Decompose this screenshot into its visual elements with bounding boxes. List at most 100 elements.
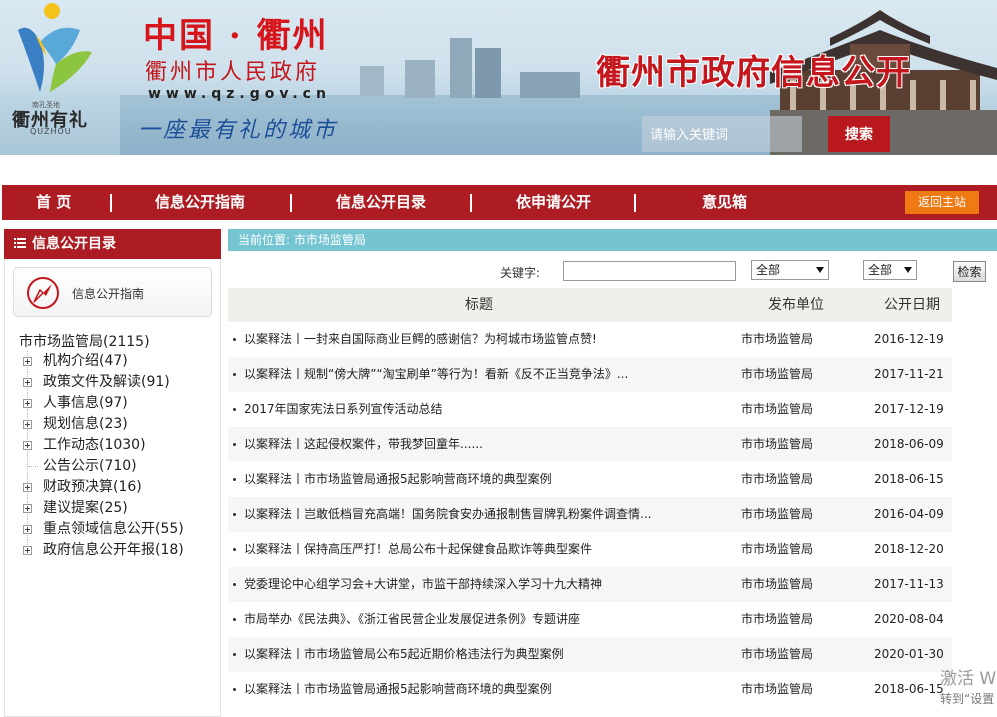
tree-line-icon [28, 466, 38, 467]
row-date: 2017-11-13 [874, 577, 944, 591]
table-row[interactable]: 以案释法丨规制“傍大牌”“淘宝刷单”等行为！看新《反不正当竞争法》... 市市场监… [228, 357, 952, 392]
tree-item[interactable]: 重点领域信息公开(55) [19, 519, 219, 540]
row-date: 2017-12-19 [874, 402, 944, 416]
chevron-down-icon [816, 267, 824, 273]
guide-card-label: 信息公开指南 [72, 287, 145, 301]
keyword-label: 关键字: [500, 266, 541, 280]
expand-icon[interactable] [23, 399, 32, 408]
tree-item[interactable]: 人事信息(97) [19, 393, 219, 414]
banner-building [360, 66, 384, 96]
row-title-link[interactable]: 以案释法丨保持高压严打！总局公布十起保健食品欺诈等典型案件 [244, 532, 724, 567]
search-button[interactable]: 搜索 [828, 116, 890, 152]
unit-select[interactable]: 全部 [751, 260, 829, 280]
nav-separator [634, 194, 636, 212]
table-row[interactable]: 2017年国家宪法日系列宣传活动总结 市市场监管局 2017-12-19 [228, 392, 952, 427]
bullet-icon [233, 443, 236, 446]
tree-root[interactable]: 市市场监管局(2115) [19, 331, 150, 351]
logo-mark-icon [18, 3, 92, 92]
expand-icon[interactable] [23, 357, 32, 366]
row-title-link[interactable]: 以案释法丨这起侵权案件，带我梦回童年...... [244, 427, 724, 462]
row-title-link[interactable]: 市局举办《民法典》、《浙江省民营企业发展促进条例》专题讲座 [244, 602, 724, 637]
row-unit: 市市场监管局 [741, 332, 814, 346]
row-title-link[interactable]: 以案释法丨市市场监管局通报5起影响营商环境的典型案例 [244, 672, 724, 707]
city-slogan: 一座最有礼的城市 [138, 118, 339, 143]
logo-subtext: QUZHOU [30, 127, 72, 136]
nav-separator [470, 194, 472, 212]
row-unit: 市市场监管局 [741, 472, 814, 486]
tree-item[interactable]: 建议提案(25) [19, 498, 219, 519]
table-row[interactable]: 以案释法丨岂敢低档冒充高端！国务院食安办通报制售冒牌乳粉案件调查情... 市市场监… [228, 497, 952, 532]
main-nav: 首 页 信息公开指南 信息公开目录 依申请公开 意见箱 返回主站 [2, 185, 997, 220]
bullet-icon [233, 618, 236, 621]
row-date: 2016-12-19 [874, 332, 944, 346]
expand-icon[interactable] [23, 378, 32, 387]
tree-item[interactable]: 规划信息(23) [19, 414, 219, 435]
category-select[interactable]: 全部 [863, 260, 917, 280]
column-header-unit: 发布单位 [768, 297, 824, 313]
row-title-link[interactable]: 以案释法丨市市场监管局公布5起近期价格违法行为典型案例 [244, 637, 724, 672]
table-body: 以案释法丨一封来自国际商业巨鳄的感谢信？为柯城市场监管点赞! 市市场监管局 2016… [228, 322, 952, 707]
nav-item-guide[interactable]: 信息公开指南 [155, 185, 245, 220]
expand-icon[interactable] [23, 420, 32, 429]
table-row[interactable]: 以案释法丨这起侵权案件，带我梦回童年...... 市市场监管局 2018-06-09 [228, 427, 952, 462]
nav-item-catalog[interactable]: 信息公开目录 [336, 185, 426, 220]
retrieve-button[interactable]: 检索 [953, 261, 986, 282]
tree-item[interactable]: 政府信息公开年报(18) [19, 540, 219, 561]
table-row[interactable]: 以案释法丨市市场监管局公布5起近期价格违法行为典型案例 市市场监管局 2020-01… [228, 637, 952, 672]
expand-icon[interactable] [23, 525, 32, 534]
table-row[interactable]: 以案释法丨市市场监管局通报5起影响营商环境的典型案例 市市场监管局 2018-06-… [228, 672, 952, 707]
search-input[interactable] [642, 116, 802, 152]
city-logo[interactable]: 南孔圣地 衢州有礼 QUZHOU [10, 2, 100, 136]
bullet-icon [233, 338, 236, 341]
table-row[interactable]: 党委理论中心组学习会+大讲堂，市监干部持续深入学习十九大精神 市市场监管局 2017… [228, 567, 952, 602]
row-date: 2017-11-21 [874, 367, 944, 381]
row-title-link[interactable]: 以案释法丨市市场监管局通报5起影响营商环境的典型案例 [244, 462, 724, 497]
banner-building [520, 72, 580, 98]
row-unit: 市市场监管局 [741, 437, 814, 451]
expand-icon[interactable] [23, 483, 32, 492]
sidebar-panel: 信息公开指南 市市场监管局(2115) 机构介绍(47) 政策文件及解读(91)… [4, 259, 221, 717]
row-date: 2020-08-04 [874, 612, 944, 626]
nav-separator [290, 194, 292, 212]
table-row[interactable]: 以案释法丨一封来自国际商业巨鳄的感谢信？为柯城市场监管点赞! 市市场监管局 2016… [228, 322, 952, 357]
unit-select-value: 全部 [756, 263, 781, 277]
nav-item-request[interactable]: 依申请公开 [516, 185, 591, 220]
table-row[interactable]: 以案释法丨保持高压严打！总局公布十起保健食品欺诈等典型案件 市市场监管局 2018-… [228, 532, 952, 567]
back-to-main-button[interactable]: 返回主站 [905, 191, 979, 214]
row-title-link[interactable]: 以案释法丨岂敢低档冒充高端！国务院食安办通报制售冒牌乳粉案件调查情... [244, 497, 724, 532]
expand-icon[interactable] [23, 504, 32, 513]
table-row[interactable]: 市局举办《民法典》、《浙江省民营企业发展促进条例》专题讲座 市市场监管局 2020-… [228, 602, 952, 637]
row-title-link[interactable]: 2017年国家宪法日系列宣传活动总结 [244, 392, 724, 427]
guide-card-button[interactable]: 信息公开指南 [13, 267, 212, 317]
tree-item[interactable]: 公告公示(710) [19, 456, 219, 477]
tree-item[interactable]: 政策文件及解读(91) [19, 372, 219, 393]
expand-icon[interactable] [23, 546, 32, 555]
row-unit: 市市场监管局 [741, 647, 814, 661]
bullet-icon [233, 478, 236, 481]
expand-icon[interactable] [23, 441, 32, 450]
tree-item[interactable]: 工作动态(1030) [19, 435, 219, 456]
nav-item-feedback[interactable]: 意见箱 [702, 185, 747, 220]
row-unit: 市市场监管局 [741, 612, 814, 626]
tree-item[interactable]: 机构介绍(47) [19, 351, 219, 372]
row-unit: 市市场监管局 [741, 402, 814, 416]
chevron-down-icon [904, 267, 912, 273]
row-title-link[interactable]: 党委理论中心组学习会+大讲堂，市监干部持续深入学习十九大精神 [244, 567, 724, 602]
nav-separator [110, 194, 112, 212]
row-date: 2016-04-09 [874, 507, 944, 521]
row-title-link[interactable]: 以案释法丨规制“傍大牌”“淘宝刷单”等行为！看新《反不正当竞争法》... [244, 357, 724, 392]
row-title-link[interactable]: 以案释法丨一封来自国际商业巨鳄的感谢信？为柯城市场监管点赞! [244, 322, 724, 357]
column-header-title: 标题 [465, 297, 493, 313]
nav-item-home[interactable]: 首 页 [36, 185, 71, 220]
tree-item[interactable]: 财政预决算(16) [19, 477, 219, 498]
bullet-icon [233, 548, 236, 551]
table-row[interactable]: 以案释法丨市市场监管局通报5起影响营商环境的典型案例 市市场监管局 2018-06-… [228, 462, 952, 497]
compass-icon [27, 277, 59, 309]
bullet-icon [233, 513, 236, 516]
list-menu-icon [14, 238, 26, 249]
keyword-input[interactable] [563, 261, 736, 281]
gov-name: 衢州市人民政府 [145, 60, 321, 85]
sidebar-heading-label: 信息公开目录 [32, 236, 116, 252]
bullet-icon [233, 653, 236, 656]
bullet-icon [233, 688, 236, 691]
